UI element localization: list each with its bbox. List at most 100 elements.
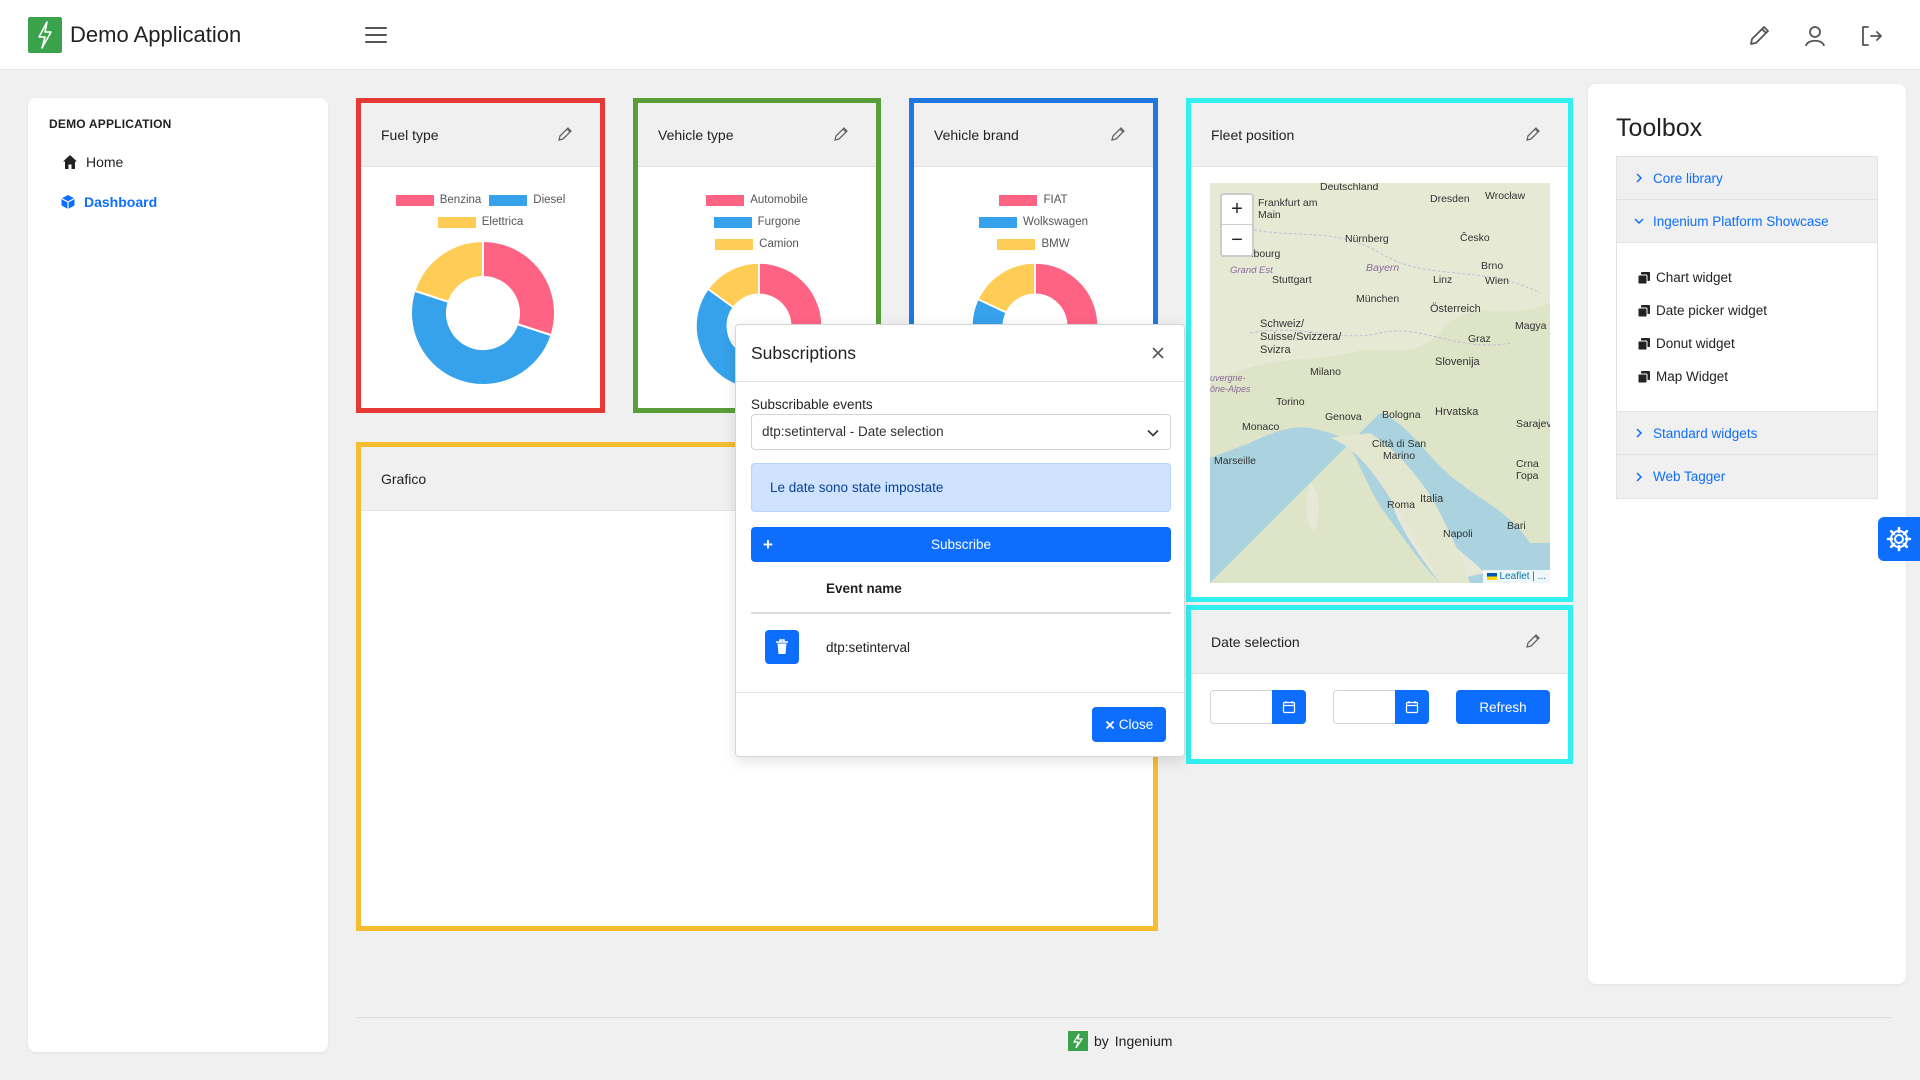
zoom-in-button[interactable]: + bbox=[1222, 195, 1252, 225]
map-label: Sarajev bbox=[1516, 418, 1550, 430]
pencil-icon[interactable] bbox=[1745, 22, 1773, 50]
map-label: Italia bbox=[1420, 493, 1444, 505]
end-date-input[interactable] bbox=[1333, 690, 1429, 724]
pencil-icon[interactable] bbox=[1524, 125, 1542, 143]
map-label: München bbox=[1356, 293, 1400, 305]
home-icon bbox=[63, 155, 77, 169]
date-selection-widget: Date selection Refresh bbox=[1186, 605, 1573, 764]
legend-item: Furgone bbox=[713, 216, 800, 228]
map-label: Graz bbox=[1468, 333, 1491, 345]
close-icon bbox=[1105, 720, 1114, 729]
delete-subscription-button[interactable] bbox=[765, 630, 799, 664]
app-title: Demo Application bbox=[70, 22, 242, 47]
map-label: Österreich bbox=[1430, 303, 1481, 315]
widget-header: Fuel type bbox=[361, 103, 600, 167]
modal-footer-divider bbox=[736, 692, 1184, 693]
chart-legend-row2: Wolkswagen bbox=[914, 216, 1153, 228]
subscribable-events-select[interactable]: dtp:setinterval - Date selection bbox=[751, 414, 1171, 450]
footer-divider bbox=[356, 1017, 1892, 1018]
start-date-picker-button[interactable] bbox=[1272, 690, 1306, 724]
widget-copy-icon bbox=[1637, 304, 1650, 317]
logout-icon[interactable] bbox=[1857, 22, 1885, 50]
close-icon[interactable] bbox=[1150, 345, 1166, 361]
toolbox-item-chart-widget[interactable]: Chart widget bbox=[1637, 261, 1857, 294]
sidebar-item-dashboard[interactable]: Dashboard bbox=[60, 190, 157, 214]
modal-header-divider bbox=[736, 381, 1184, 382]
map-label: Linz bbox=[1433, 274, 1453, 286]
sidebar-heading: DEMO APPLICATION bbox=[49, 117, 172, 131]
map-label: Hrvatska bbox=[1435, 406, 1479, 418]
map-label: Brno bbox=[1481, 260, 1504, 272]
toolbox-title: Toolbox bbox=[1616, 114, 1703, 142]
fuel-type-widget: Fuel type Benzina Diesel Elettrica bbox=[356, 98, 605, 413]
map-label: Magya bbox=[1515, 320, 1547, 332]
subscriptions-modal: Subscriptions Subscribable events dtp:se… bbox=[735, 324, 1185, 757]
gear-icon bbox=[1886, 526, 1912, 552]
footer: by Ingenium bbox=[1068, 1031, 1172, 1051]
widget-copy-icon bbox=[1637, 337, 1650, 350]
toolbox-accordion: Core library Ingenium Platform Showcase … bbox=[1616, 156, 1878, 499]
map-label: Wrocław bbox=[1485, 190, 1526, 202]
fleet-map[interactable]: Deutschland Frankfurt am Main Dresden Wr… bbox=[1210, 183, 1550, 583]
pencil-icon[interactable] bbox=[832, 125, 850, 143]
chart-legend-row2: Elettrica bbox=[361, 216, 600, 228]
hamburger-menu-icon[interactable] bbox=[364, 25, 388, 45]
refresh-button[interactable]: Refresh bbox=[1456, 690, 1550, 724]
subscribable-events-label: Subscribable events bbox=[751, 397, 873, 412]
sidebar-item-home[interactable]: Home bbox=[62, 150, 123, 174]
map-label: Milano bbox=[1310, 366, 1341, 378]
chart-legend-row2: Furgone bbox=[638, 216, 876, 228]
widget-header: Vehicle type bbox=[638, 103, 876, 167]
end-date-picker-button[interactable] bbox=[1395, 690, 1429, 724]
legend-item: Diesel bbox=[489, 194, 565, 206]
map-label: Roma bbox=[1387, 499, 1416, 511]
widget-title: Fleet position bbox=[1211, 127, 1295, 143]
widget-title: Grafico bbox=[381, 471, 427, 487]
user-icon[interactable] bbox=[1801, 22, 1829, 50]
table-row: dtp:setinterval bbox=[826, 640, 911, 655]
donut-slice-benzina[interactable] bbox=[482, 240, 556, 337]
map-label: uvergne- ône-Alpes bbox=[1210, 373, 1251, 394]
footer-logo bbox=[1068, 1031, 1088, 1051]
zoom-out-button[interactable]: − bbox=[1222, 225, 1252, 255]
accordion-web-tagger[interactable]: Web Tagger bbox=[1617, 455, 1877, 498]
chevron-down-icon bbox=[1147, 429, 1159, 437]
legend-item: FIAT bbox=[999, 194, 1068, 206]
info-alert: Le date sono state impostate bbox=[751, 463, 1171, 512]
widget-copy-icon bbox=[1637, 370, 1650, 383]
footer-brand[interactable]: Ingenium bbox=[1115, 1033, 1173, 1049]
widget-header: Date selection bbox=[1191, 610, 1568, 674]
trash-icon bbox=[776, 639, 788, 654]
map-attribution[interactable]: Leaflet | ... bbox=[1482, 570, 1550, 583]
close-button[interactable]: Close bbox=[1092, 707, 1166, 742]
map-label: Frankfurt am Main bbox=[1258, 197, 1318, 221]
start-date-input[interactable] bbox=[1210, 690, 1306, 724]
chart-legend: Benzina Diesel bbox=[361, 194, 600, 206]
pencil-icon[interactable] bbox=[1109, 125, 1127, 143]
toolbox-item-donut-widget[interactable]: Donut widget bbox=[1637, 327, 1857, 360]
map-label: Stuttgart bbox=[1272, 274, 1312, 286]
settings-button[interactable] bbox=[1878, 517, 1920, 561]
subscribe-button[interactable]: + Subscribe bbox=[751, 527, 1171, 562]
toolbox-item-map-widget[interactable]: Map Widget bbox=[1637, 360, 1857, 393]
map-label: Grand Est bbox=[1230, 265, 1273, 276]
accordion-core-library[interactable]: Core library bbox=[1617, 157, 1877, 200]
map-label: Crna Гора bbox=[1516, 458, 1539, 482]
fuel-donut-chart bbox=[410, 240, 556, 386]
pencil-icon[interactable] bbox=[1524, 632, 1542, 650]
toolbox-item-date-picker-widget[interactable]: Date picker widget bbox=[1637, 294, 1857, 327]
lightning-icon bbox=[38, 21, 52, 49]
map-zoom-control: + − bbox=[1220, 193, 1254, 257]
widget-header: Vehicle brand bbox=[914, 103, 1153, 167]
accordion-ingenium-showcase[interactable]: Ingenium Platform Showcase bbox=[1617, 200, 1877, 243]
calendar-icon bbox=[1282, 701, 1296, 714]
app-logo[interactable] bbox=[28, 17, 62, 53]
accordion-standard-widgets[interactable]: Standard widgets bbox=[1617, 412, 1877, 455]
map-label: Bologna bbox=[1382, 409, 1421, 421]
pencil-icon[interactable] bbox=[556, 125, 574, 143]
map-label: Deutschland bbox=[1320, 183, 1379, 193]
map-label: Dresden bbox=[1430, 193, 1470, 205]
table-header-divider bbox=[751, 612, 1171, 614]
donut-slice-elettrica[interactable] bbox=[413, 240, 484, 304]
widget-copy-icon bbox=[1637, 271, 1650, 284]
